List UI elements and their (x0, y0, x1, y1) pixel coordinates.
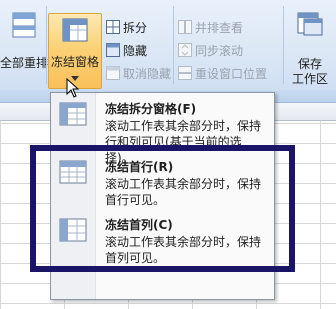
reset-window-position-button[interactable]: 重设窗口位置 (178, 64, 267, 82)
split-icon (106, 20, 120, 34)
split-button[interactable]: 拆分 (106, 18, 147, 36)
hide-button[interactable]: 隐藏 (106, 41, 147, 59)
view-side-by-side-label: 并排查看 (195, 20, 244, 35)
hide-icon (106, 43, 120, 57)
freeze-panes-icon (59, 102, 87, 126)
side-by-side-icon (178, 20, 192, 34)
cursor-icon (66, 78, 80, 98)
menu-item-title: 冻结拆分窗格(F) (105, 102, 197, 116)
separator (173, 6, 174, 84)
menu-item-freeze-panes[interactable]: 冻结拆分窗格(F) 滚动工作表其余部分时，保持行和列可见(基于当前的选择)。 (51, 95, 274, 165)
sync-scroll-label: 同步滚动 (195, 43, 244, 58)
separator (46, 6, 47, 84)
unhide-label: 取消隐藏 (123, 66, 172, 81)
freeze-panes-label: 冻结窗格 (50, 55, 99, 69)
ribbon: 全部重排 冻结窗格 拆分 隐藏 取消隐藏 并排查看 同步滚动 重设窗口位置 保存… (0, 0, 336, 98)
save-workspace-button[interactable]: 保存 工作区 (286, 4, 334, 88)
hide-label: 隐藏 (123, 43, 148, 58)
separator (283, 6, 284, 84)
freeze-panes-icon (62, 18, 88, 42)
arrange-all-icon (12, 12, 36, 38)
highlight-annotation-box (30, 145, 295, 272)
sync-scroll-icon (178, 43, 192, 57)
unhide-icon (106, 66, 120, 80)
unhide-button[interactable]: 取消隐藏 (106, 64, 171, 82)
split-label: 拆分 (123, 20, 148, 35)
save-workspace-icon (297, 12, 323, 36)
view-side-by-side-button[interactable]: 并排查看 (178, 18, 243, 36)
arrange-all-button[interactable]: 全部重排 (0, 4, 49, 86)
sync-scroll-button[interactable]: 同步滚动 (178, 41, 243, 59)
reset-window-position-label: 重设窗口位置 (195, 66, 268, 81)
save-workspace-label-line2: 工作区 (291, 72, 328, 86)
arrange-all-label: 全部重排 (0, 56, 49, 70)
reset-window-icon (178, 66, 192, 80)
